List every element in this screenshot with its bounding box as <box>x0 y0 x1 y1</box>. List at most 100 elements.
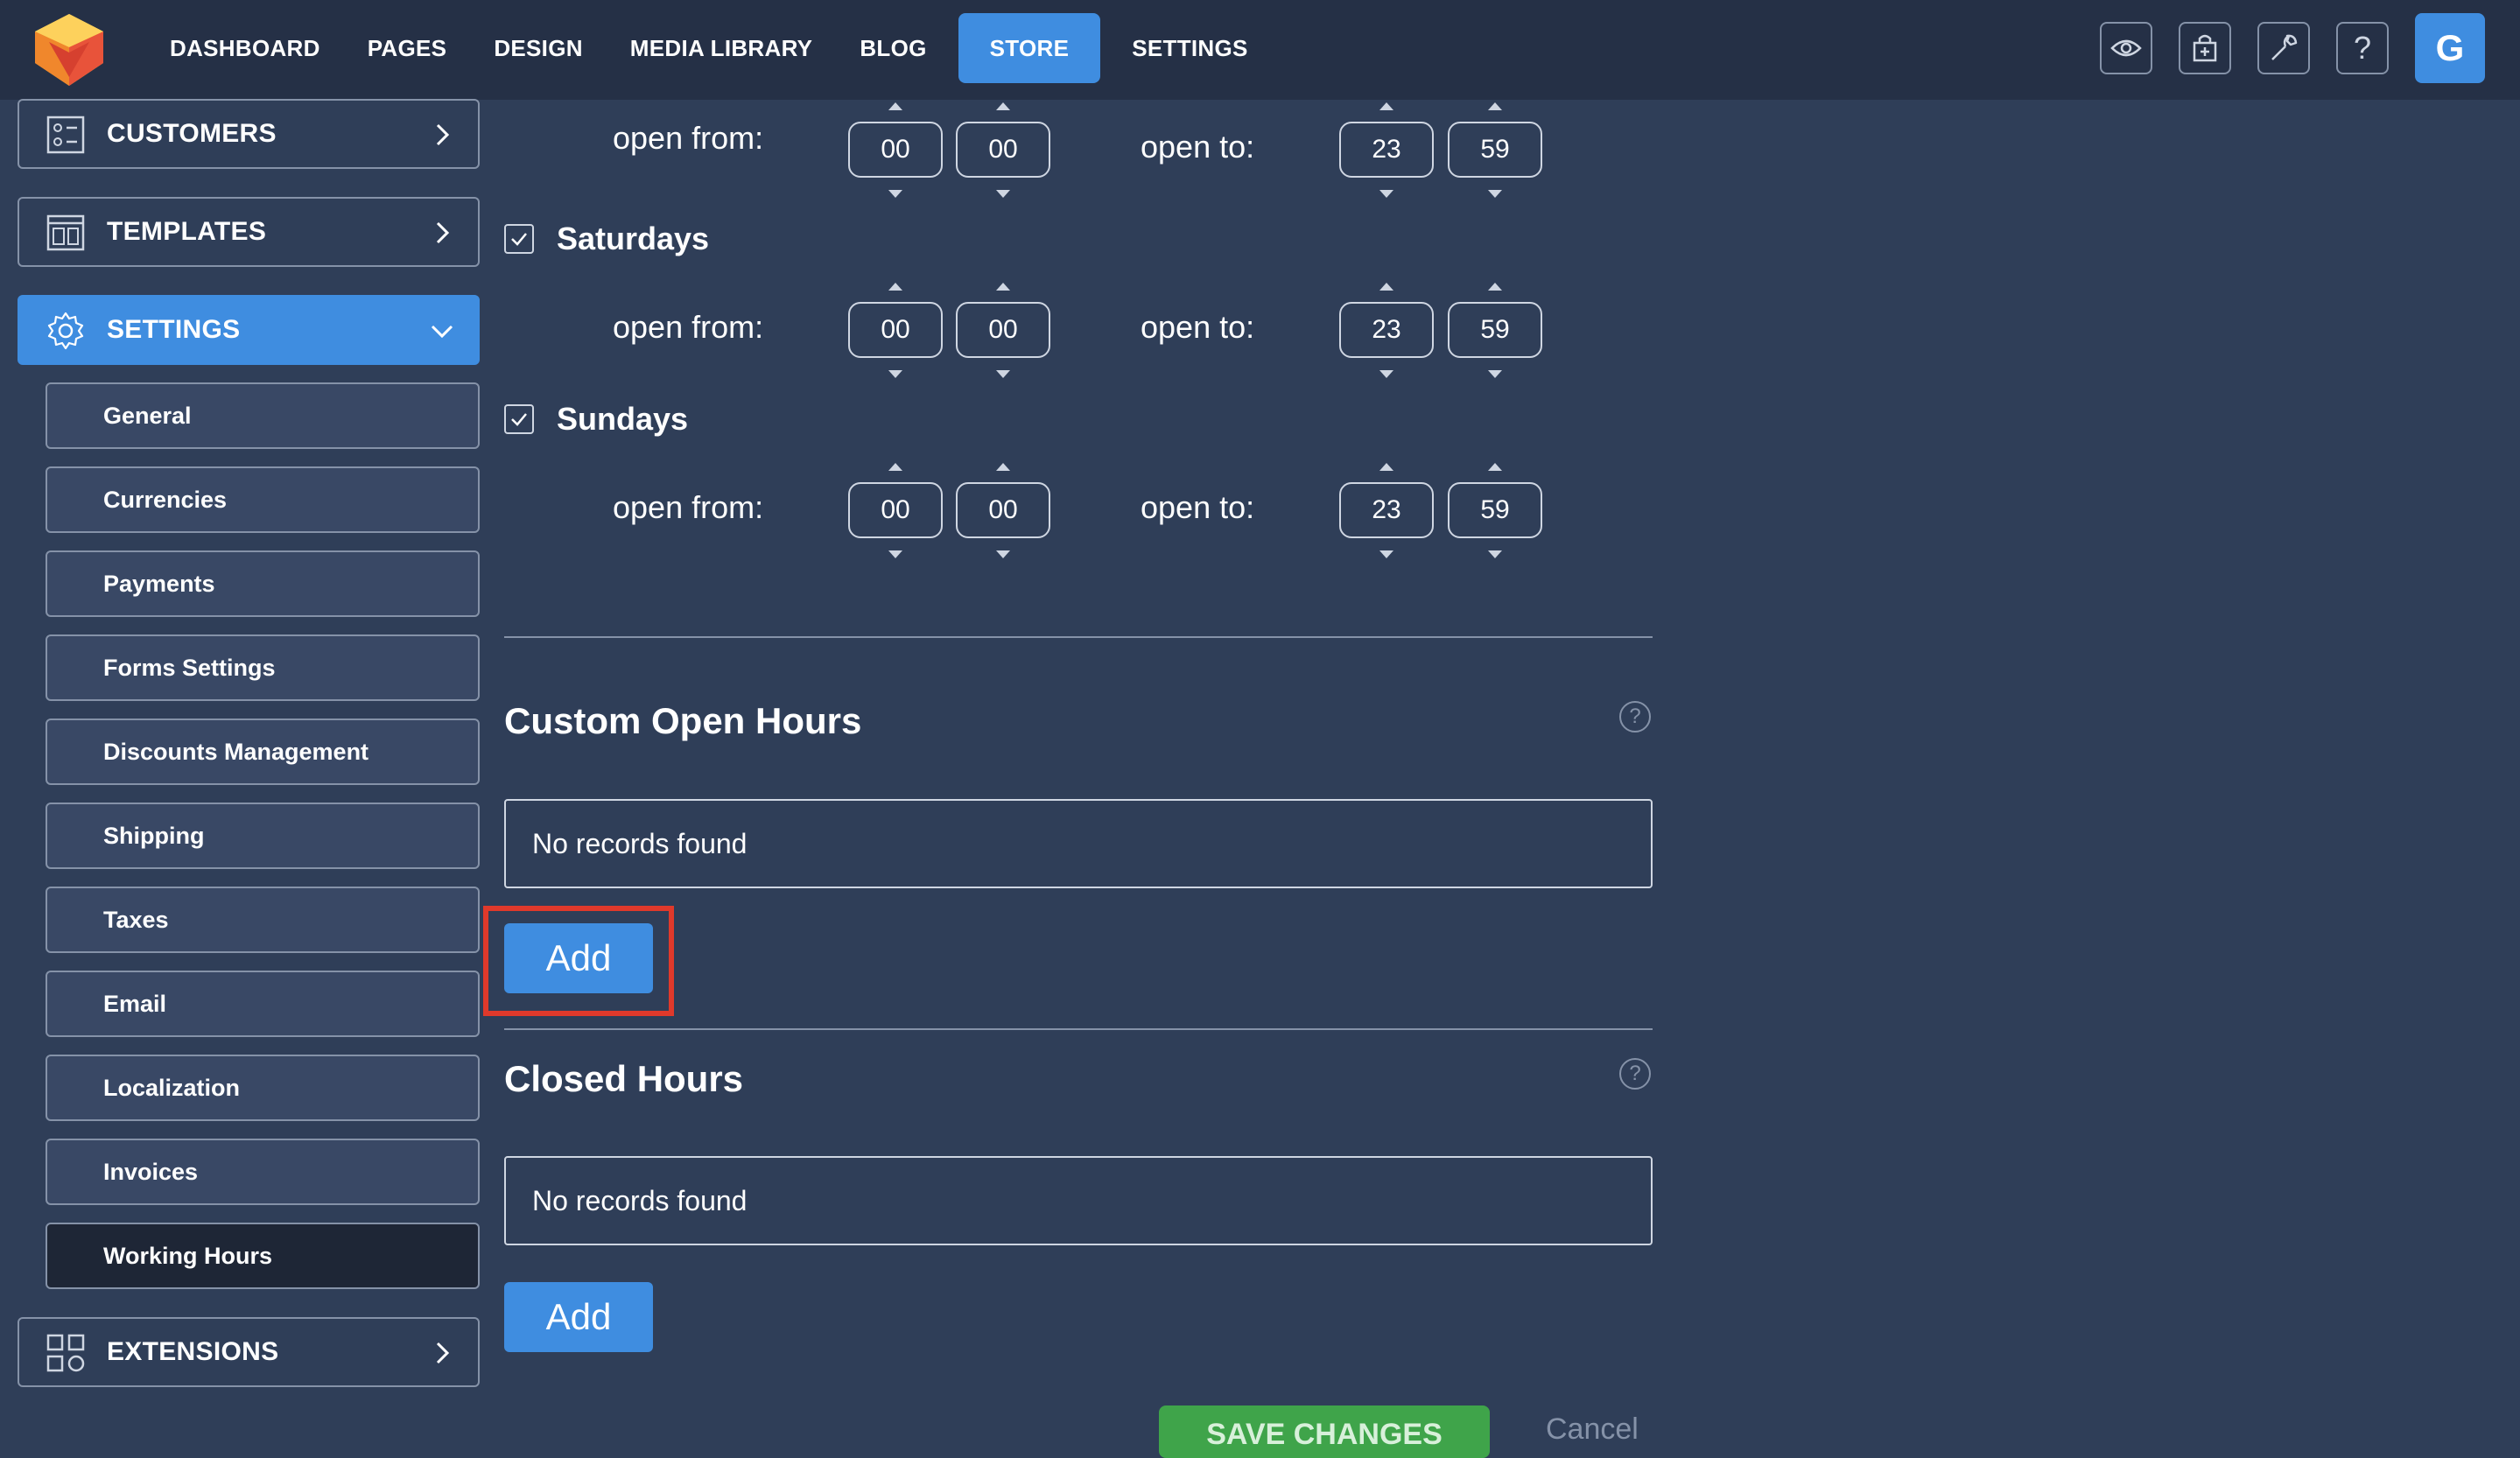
increment-arrow-icon[interactable] <box>996 102 1010 110</box>
sidebar-item-templates[interactable]: TEMPLATES <box>18 197 480 267</box>
help-icon[interactable]: ? <box>1619 701 1651 733</box>
chevron-down-icon <box>431 325 453 339</box>
chevron-right-icon <box>436 123 450 146</box>
minute-value[interactable]: 00 <box>956 302 1050 358</box>
open-to-hour-spinner[interactable]: 23 <box>1339 102 1434 198</box>
minute-value[interactable]: 00 <box>956 482 1050 538</box>
save-changes-button[interactable]: SAVE CHANGES <box>1159 1405 1490 1458</box>
decrement-arrow-icon[interactable] <box>1379 550 1393 558</box>
hour-value[interactable]: 00 <box>848 122 943 178</box>
decrement-arrow-icon[interactable] <box>1379 190 1393 198</box>
logo-icon[interactable] <box>30 12 109 88</box>
open-to-hour-spinner[interactable]: 23 <box>1339 283 1434 378</box>
decrement-arrow-icon[interactable] <box>1488 370 1502 378</box>
open-from-label: open from: <box>613 489 764 525</box>
hour-value[interactable]: 23 <box>1339 482 1434 538</box>
open-to-minute-spinner[interactable]: 59 <box>1448 102 1542 198</box>
sidebar-subitem-currencies[interactable]: Currencies <box>46 466 480 533</box>
day-row-saturdays: Saturdays <box>504 219 709 259</box>
extensions-icon <box>46 1334 85 1372</box>
increment-arrow-icon[interactable] <box>996 283 1010 291</box>
minute-value[interactable]: 00 <box>956 122 1050 178</box>
decrement-arrow-icon[interactable] <box>1379 370 1393 378</box>
nav-design[interactable]: DESIGN <box>478 13 598 83</box>
decrement-arrow-icon[interactable] <box>888 550 902 558</box>
customers-icon <box>46 116 85 154</box>
open-from-minute-spinner[interactable]: 00 <box>956 102 1050 198</box>
open-to-minute-spinner[interactable]: 59 <box>1448 283 1542 378</box>
nav-blog[interactable]: BLOG <box>844 13 942 83</box>
increment-arrow-icon[interactable] <box>888 283 902 291</box>
sidebar-item-label: TEMPLATES <box>107 217 267 246</box>
tools-button[interactable] <box>2257 22 2310 74</box>
nav-pages[interactable]: PAGES <box>352 13 463 83</box>
increment-arrow-icon[interactable] <box>1379 283 1393 291</box>
increment-arrow-icon[interactable] <box>1379 102 1393 110</box>
decrement-arrow-icon[interactable] <box>1488 550 1502 558</box>
increment-arrow-icon[interactable] <box>1488 283 1502 291</box>
increment-arrow-icon[interactable] <box>1379 463 1393 471</box>
hour-value[interactable]: 00 <box>848 302 943 358</box>
sidebar-subitem-shipping[interactable]: Shipping <box>46 803 480 869</box>
sidebar-subitem-invoices[interactable]: Invoices <box>46 1139 480 1205</box>
increment-arrow-icon[interactable] <box>888 463 902 471</box>
help-button[interactable]: ? <box>2336 22 2389 74</box>
sidebar-subitem-working-hours[interactable]: Working Hours <box>46 1223 480 1289</box>
increment-arrow-icon[interactable] <box>888 102 902 110</box>
decrement-arrow-icon[interactable] <box>996 550 1010 558</box>
open-from-hour-spinner[interactable]: 00 <box>848 463 943 558</box>
nav-media-library[interactable]: MEDIA LIBRARY <box>614 13 829 83</box>
increment-arrow-icon[interactable] <box>1488 463 1502 471</box>
minute-value[interactable]: 59 <box>1448 302 1542 358</box>
nav-settings[interactable]: SETTINGS <box>1116 13 1263 83</box>
open-from-hour-spinner[interactable]: 00 <box>848 283 943 378</box>
open-to-minute-spinner[interactable]: 59 <box>1448 463 1542 558</box>
sundays-checkbox[interactable] <box>504 404 534 434</box>
sidebar-subitem-localization[interactable]: Localization <box>46 1055 480 1121</box>
store-button[interactable] <box>2179 22 2231 74</box>
sidebar-item-extensions[interactable]: EXTENSIONS <box>18 1317 480 1387</box>
decrement-arrow-icon[interactable] <box>1488 190 1502 198</box>
sidebar-item-customers[interactable]: CUSTOMERS <box>18 99 480 169</box>
help-icon: ? <box>2353 30 2372 66</box>
open-from-hour-spinner[interactable]: 00 <box>848 102 943 198</box>
hour-value[interactable]: 23 <box>1339 302 1434 358</box>
open-to-label: open to: <box>1141 129 1255 165</box>
sidebar-subitem-taxes[interactable]: Taxes <box>46 887 480 953</box>
cancel-link[interactable]: Cancel <box>1546 1412 1639 1447</box>
minute-value[interactable]: 59 <box>1448 482 1542 538</box>
avatar[interactable]: G <box>2415 13 2485 83</box>
decrement-arrow-icon[interactable] <box>888 190 902 198</box>
preview-button[interactable] <box>2100 22 2152 74</box>
templates-icon <box>46 214 85 251</box>
gear-icon <box>47 312 84 350</box>
sidebar-subitem-payments[interactable]: Payments <box>46 550 480 617</box>
nav-dashboard[interactable]: DASHBOARD <box>154 13 336 83</box>
sidebar-subitem-email[interactable]: Email <box>46 971 480 1037</box>
hour-value[interactable]: 00 <box>848 482 943 538</box>
sidebar-item-label: SETTINGS <box>107 315 241 344</box>
decrement-arrow-icon[interactable] <box>996 370 1010 378</box>
open-to-hour-spinner[interactable]: 23 <box>1339 463 1434 558</box>
nav-store[interactable]: STORE <box>958 13 1101 83</box>
sidebar-item-label: EXTENSIONS <box>107 1337 279 1366</box>
open-from-minute-spinner[interactable]: 00 <box>956 283 1050 378</box>
saturdays-checkbox[interactable] <box>504 224 534 254</box>
add-closed-hours-button[interactable]: Add <box>504 1282 653 1352</box>
minute-value[interactable]: 59 <box>1448 122 1542 178</box>
sidebar-item-label: CUSTOMERS <box>107 119 277 148</box>
day-row-sundays: Sundays <box>504 399 688 439</box>
decrement-arrow-icon[interactable] <box>996 190 1010 198</box>
sidebar-subitem-forms-settings[interactable]: Forms Settings <box>46 634 480 701</box>
sidebar-item-settings[interactable]: SETTINGS <box>18 295 480 365</box>
increment-arrow-icon[interactable] <box>1488 102 1502 110</box>
custom-open-hours-list: No records found <box>504 799 1653 888</box>
help-icon[interactable]: ? <box>1619 1058 1651 1090</box>
open-from-minute-spinner[interactable]: 00 <box>956 463 1050 558</box>
sidebar-subitem-general[interactable]: General <box>46 382 480 449</box>
increment-arrow-icon[interactable] <box>996 463 1010 471</box>
decrement-arrow-icon[interactable] <box>888 370 902 378</box>
sidebar-subitem-discounts-management[interactable]: Discounts Management <box>46 718 480 785</box>
open-to-label: open to: <box>1141 309 1255 345</box>
hour-value[interactable]: 23 <box>1339 122 1434 178</box>
